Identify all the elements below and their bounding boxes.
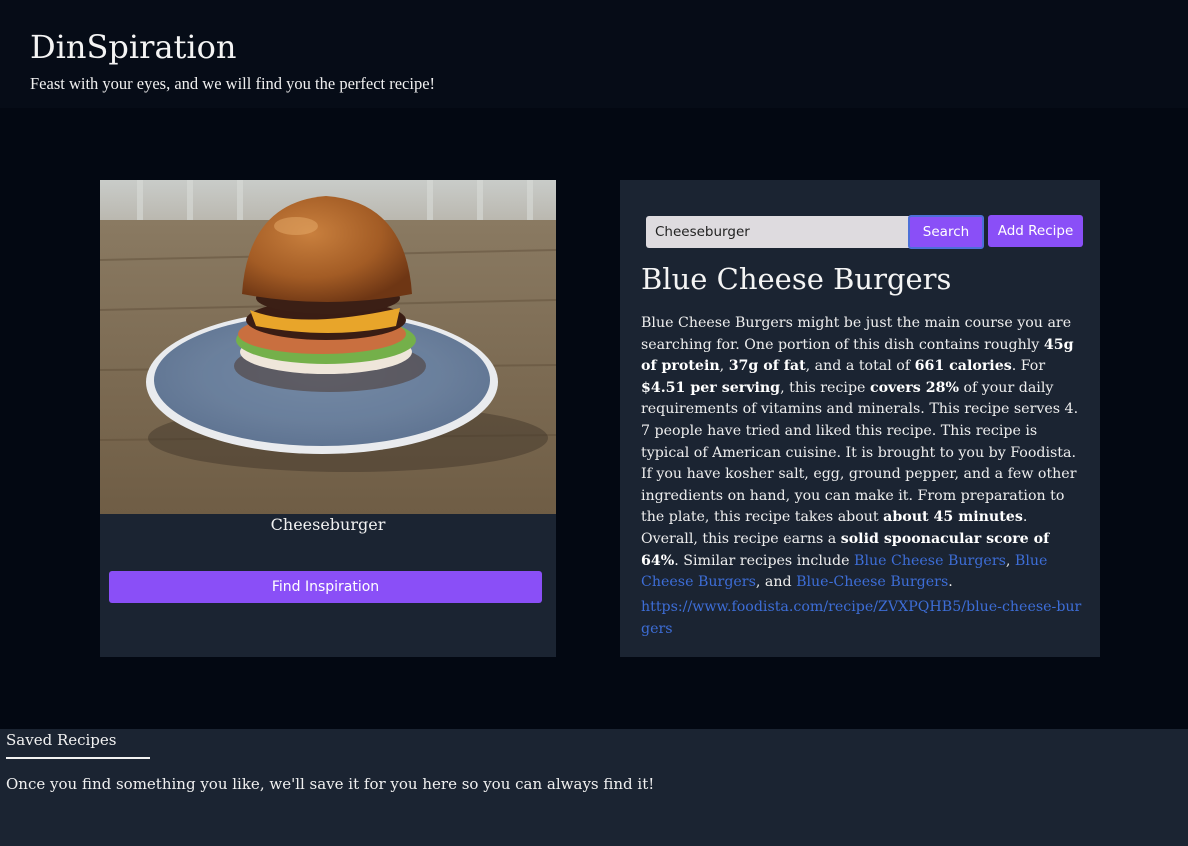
similar-recipe-link[interactable]: Blue Cheese Burgers (854, 553, 1006, 569)
prep-time-value: about 45 minutes (883, 509, 1023, 526)
summary-text: , and (755, 574, 797, 591)
summary-text: . For (1011, 358, 1046, 375)
site-title: DinSpiration (30, 28, 237, 66)
inspiration-card: Cheeseburger Find Inspiration (100, 180, 556, 657)
summary-text: Blue Cheese Burgers might be just the ma… (641, 315, 1072, 353)
summary-text: . Similar recipes include (674, 552, 855, 569)
search-button[interactable]: Search (908, 215, 984, 249)
recipe-title: Blue Cheese Burgers (641, 262, 952, 296)
heading-underline (6, 757, 150, 759)
search-input[interactable] (646, 216, 910, 248)
summary-text: . (948, 574, 953, 591)
summary-text: , (1005, 552, 1015, 569)
similar-recipe-link[interactable]: Blue-Cheese Burgers (796, 574, 948, 590)
find-inspiration-button[interactable]: Find Inspiration (109, 571, 542, 603)
add-recipe-button[interactable]: Add Recipe (988, 215, 1083, 247)
fat-value: 37g of fat (728, 358, 806, 375)
price-value: $4.51 per serving (641, 379, 781, 396)
image-caption: Cheeseburger (270, 515, 386, 534)
recipe-source-link[interactable]: https://www.foodista.com/recipe/ZVXPQHB5… (641, 597, 1086, 640)
recipe-card: Search Add Recipe Blue Cheese Burgers Bl… (620, 180, 1100, 657)
calories-value: 661 calories (914, 358, 1012, 375)
summary-text: , and a total of (805, 358, 915, 375)
saved-recipes-heading: Saved Recipes (6, 731, 117, 749)
saved-recipes-empty-message: Once you find something you like, we'll … (6, 775, 655, 793)
summary-text: , (719, 358, 729, 375)
recipe-summary: Blue Cheese Burgers might be just the ma… (641, 313, 1081, 594)
summary-text: , this recipe (780, 379, 870, 396)
saved-recipes-section: Saved Recipes Once you find something yo… (0, 729, 1188, 846)
summary-text: of your daily requirements of vitamins a… (641, 379, 1079, 526)
site-tagline: Feast with your eyes, and we will find y… (30, 74, 436, 93)
food-image (100, 180, 556, 514)
coverage-value: covers 28% (869, 379, 959, 396)
site-header: DinSpiration Feast with your eyes, and w… (0, 0, 1188, 108)
